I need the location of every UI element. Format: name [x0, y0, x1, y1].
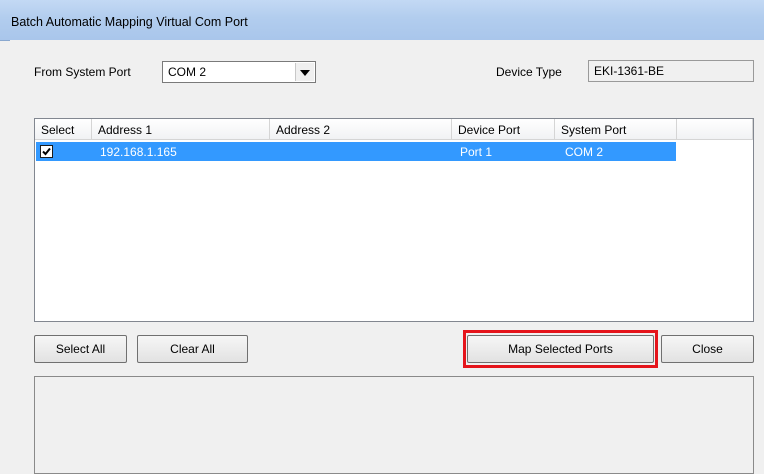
- column-header-select[interactable]: Select: [35, 119, 92, 140]
- checkmark-icon: [42, 147, 51, 156]
- clear-all-button[interactable]: Clear All: [137, 335, 248, 363]
- title-bar[interactable]: Batch Automatic Mapping Virtual Com Port: [0, 0, 764, 41]
- column-header-filler: [677, 119, 753, 140]
- column-header-system-port[interactable]: System Port: [555, 119, 677, 140]
- table-row[interactable]: 192.168.1.165 Port 1 COM 2: [36, 142, 676, 161]
- port-mapping-list[interactable]: Select Address 1 Address 2 Device Port S…: [34, 118, 754, 322]
- column-header-address2[interactable]: Address 2: [270, 119, 452, 140]
- from-system-port-label: From System Port: [34, 65, 131, 79]
- device-type-label: Device Type: [496, 65, 562, 79]
- device-port-cell: Port 1: [460, 145, 493, 159]
- device-type-field: EKI-1361-BE: [588, 60, 754, 82]
- row-select-checkbox[interactable]: [40, 145, 53, 158]
- chevron-down-icon: [300, 70, 310, 76]
- column-header-device-port[interactable]: Device Port: [452, 119, 555, 140]
- close-button[interactable]: Close: [661, 335, 754, 363]
- dropdown-arrow-button[interactable]: [295, 63, 314, 81]
- column-header-address1[interactable]: Address 1: [92, 119, 270, 140]
- from-system-port-value: COM 2: [168, 65, 207, 79]
- select-all-button[interactable]: Select All: [34, 335, 127, 363]
- from-system-port-dropdown[interactable]: COM 2: [162, 61, 316, 83]
- address1-cell: 192.168.1.165: [100, 145, 177, 159]
- device-type-value: EKI-1361-BE: [594, 64, 665, 78]
- highlight-box: [463, 330, 658, 368]
- window-title: Batch Automatic Mapping Virtual Com Port: [11, 15, 248, 29]
- system-port-cell: COM 2: [565, 145, 604, 159]
- status-output-area: [34, 376, 754, 474]
- dialog-window: Batch Automatic Mapping Virtual Com Port…: [0, 0, 764, 474]
